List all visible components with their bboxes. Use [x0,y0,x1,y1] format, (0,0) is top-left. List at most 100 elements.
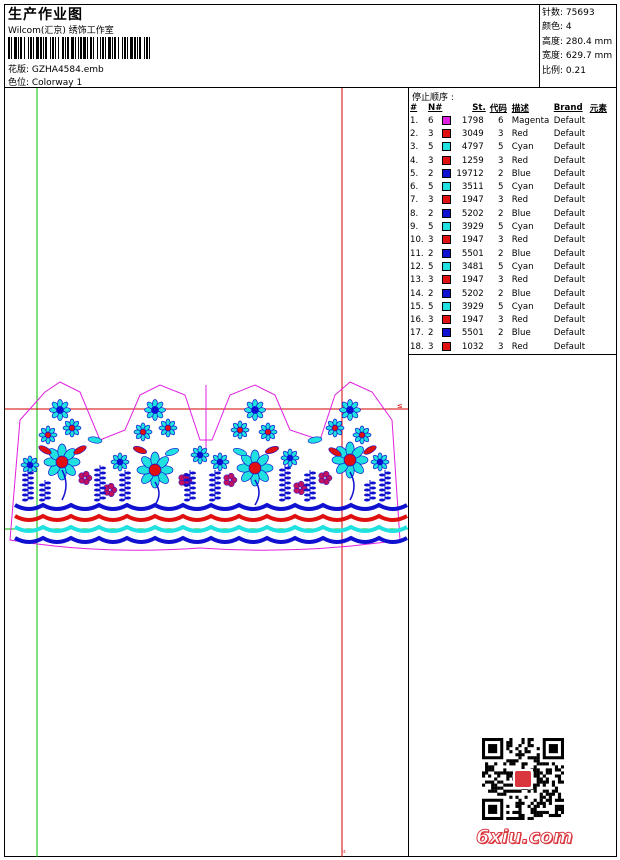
seq-st: 5202 [461,208,484,219]
seq-desc: Blue [511,248,531,259]
sequence-row: 7. 3 1947 3 Red Default [410,194,612,207]
seq-desc: Red [511,155,529,166]
seq-needle: 3 [428,275,434,286]
seq-st: 1798 [461,115,484,126]
seq-needle: 5 [428,222,434,233]
sequence-row: 5. 2 19712 2 Blue Default [410,167,612,180]
seq-brand: Default [553,222,586,233]
sequence-row: 11. 2 5501 2 Blue Default [410,247,612,260]
seq-desc: Cyan [511,182,534,193]
seq-st: 3049 [461,128,484,139]
seq-n: 17. [410,328,424,339]
sequence-row: 4. 3 1259 3 Red Default [410,154,612,167]
design-stats: 针数: 75693 颜色: 4 高度: 280.4 mm 宽度: 629.7 mm 比例… [542,6,612,78]
seq-code: 5 [498,142,504,153]
seq-needle: 5 [428,261,434,272]
seq-st: 5202 [461,288,484,299]
sequence-row: 10. 3 1947 3 Red Default [410,234,612,247]
sequence-row: 6. 5 3511 5 Cyan Default [410,180,612,193]
seq-n: 8. [410,208,419,219]
seq-desc: Red [511,341,529,352]
stats-divider [539,4,540,87]
seq-brand: Default [553,128,586,139]
seq-n: 6. [410,182,419,193]
seq-desc: Red [511,235,529,246]
color-swatch [442,115,452,125]
color-swatch [442,261,452,271]
color-swatch [442,328,452,338]
seq-desc: Cyan [511,142,534,153]
svg-text:≤: ≤ [397,402,403,410]
seq-n: 1. [410,115,419,126]
color-swatch [442,315,452,325]
seq-brand: Default [553,261,586,272]
color-swatch [442,341,452,351]
seq-header-3: 代码 [489,103,507,114]
seq-n: 9. [410,222,419,233]
seq-code: 2 [498,248,504,259]
seq-header-0: # [410,102,418,113]
color-swatch [442,301,452,311]
sequence-row: 3. 5 4797 5 Cyan Default [410,141,612,154]
seq-brand: Default [553,195,586,206]
seq-n: 4. [410,155,419,166]
seq-needle: 3 [428,235,434,246]
sequence-row: 17. 2 5501 2 Blue Default [410,327,612,340]
seq-desc: Red [511,315,529,326]
seq-n: 10. [410,235,424,246]
color-swatch [442,208,452,218]
seq-desc: Magenta [511,115,550,126]
sequence-row: 16. 3 1947 3 Red Default [410,313,612,326]
seq-st: 1947 [461,195,484,206]
seq-needle: 6 [428,115,434,126]
color-swatch [442,168,452,178]
seq-brand: Default [553,301,586,312]
seq-needle: 3 [428,128,434,139]
seq-st: 19712 [456,168,484,179]
seq-n: 5. [410,168,419,179]
stat-0: 针数: 75693 [542,8,595,18]
seq-st: 3511 [461,182,484,193]
seq-code: 2 [498,168,504,179]
seq-st: 3929 [461,301,484,312]
seq-brand: Default [553,341,586,352]
sequence-row: 18. 3 1032 3 Red Default [410,340,612,353]
seq-header-6: 元素 [589,103,607,114]
seq-n: 3. [410,142,419,153]
seq-brand: Default [553,235,586,246]
seq-desc: Blue [511,168,531,179]
seq-code: 3 [498,155,504,166]
seq-st: 1947 [461,235,484,246]
color-swatch [442,195,452,205]
sequence-row: 9. 5 3929 5 Cyan Default [410,220,612,233]
seq-code: 2 [498,288,504,299]
seq-n: 7. [410,195,419,206]
seq-n: 11. [410,248,424,259]
seq-brand: Default [553,142,586,153]
color-swatch [442,275,452,285]
seq-code: 2 [498,328,504,339]
seq-header-1: N# [428,102,443,113]
color-sequence-table: # N# St. 代码 描述 Brand 元素 1. 6 1798 6 Magenta Default… [410,101,612,353]
seq-desc: Cyan [511,222,534,233]
seq-n: 18. [410,341,424,352]
seq-code: 5 [498,261,504,272]
seq-needle: 5 [428,182,434,193]
seq-header-2: St. [472,102,486,113]
sequence-row: 8. 2 5202 2 Blue Default [410,207,612,220]
seq-needle: 2 [428,248,434,259]
seq-code: 5 [498,222,504,233]
seq-desc: Cyan [511,301,534,312]
sequence-row: 1. 6 1798 6 Magenta Default [410,114,612,127]
seq-brand: Default [553,182,586,193]
seq-code: 6 [498,115,504,126]
stat-1: 颜色: 4 [542,22,572,33]
seq-desc: Cyan [511,261,534,272]
seq-st: 1032 [461,341,484,352]
color-swatch [442,288,452,298]
color-swatch [442,248,452,258]
seq-st: 1947 [461,315,484,326]
sequence-row: 14. 2 5202 2 Blue Default [410,287,612,300]
seq-st: 4797 [461,142,484,153]
seq-st: 5501 [461,328,484,339]
